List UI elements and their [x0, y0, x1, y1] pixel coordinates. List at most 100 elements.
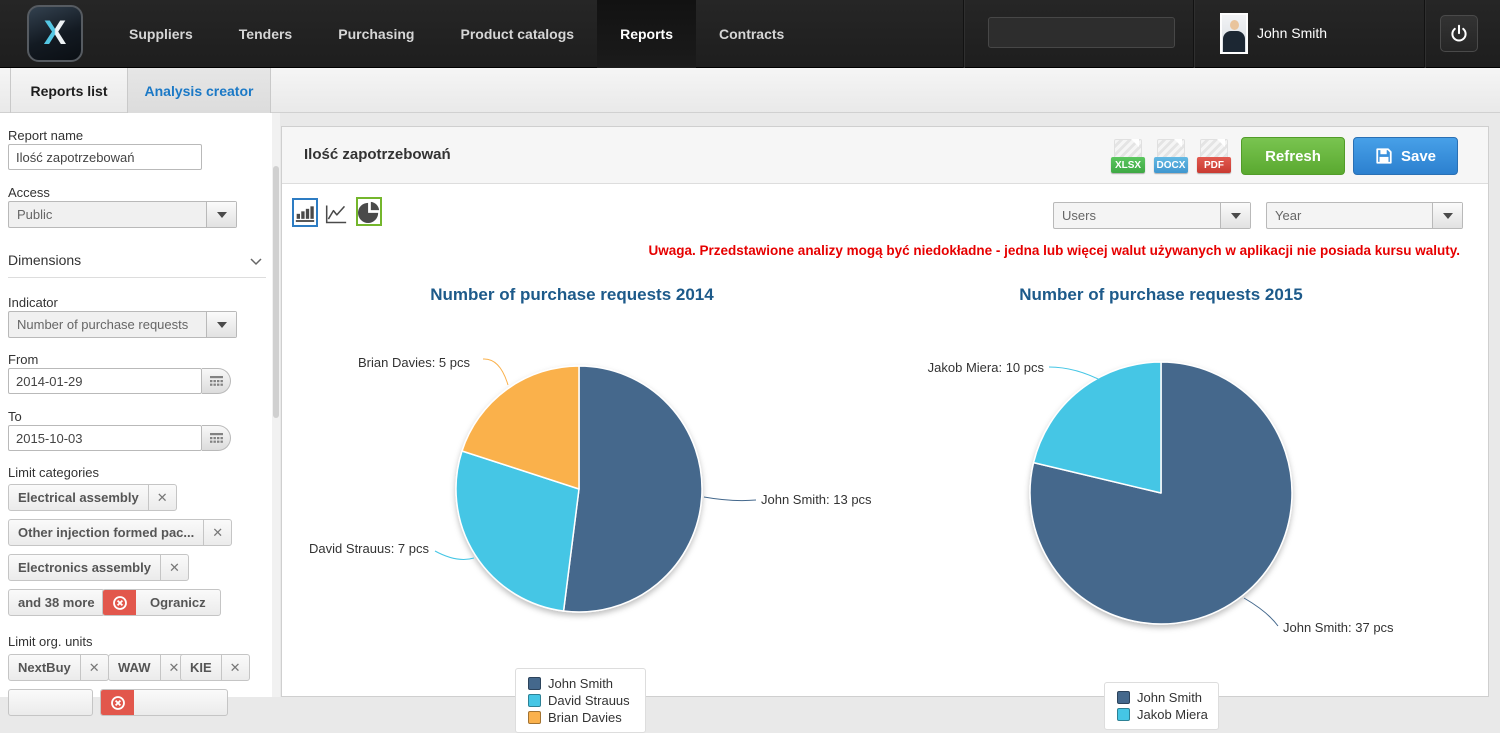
slice-label: Brian Davies: 5 pcs — [358, 355, 470, 370]
to-label: To — [8, 409, 22, 424]
chevron-down-icon — [216, 211, 227, 218]
analysis-panel: Ilość zapotrzebowań XLSX DOCX PDF Refres… — [281, 126, 1490, 733]
tab-reports-list[interactable]: Reports list — [10, 68, 128, 113]
remove-chip-button[interactable]: ✕ — [159, 555, 188, 580]
export-pdf-button[interactable]: PDF — [1197, 139, 1231, 175]
top-navigation: X Suppliers Tenders Purchasing Product c… — [0, 0, 1500, 68]
app-logo[interactable]: X — [27, 5, 83, 62]
dropdown-arrow-button[interactable] — [1220, 203, 1250, 228]
access-select[interactable]: Public — [8, 201, 237, 228]
category-chip[interactable]: Other injection formed pac... ✕ — [8, 519, 233, 546]
org-unit-chip[interactable]: NextBuy ✕ — [8, 654, 109, 681]
nav-item-contracts[interactable]: Contracts — [696, 0, 807, 68]
legend-swatch — [528, 711, 541, 724]
chevron-down-icon — [1230, 212, 1241, 219]
label-connector — [703, 496, 757, 502]
currency-warning-text: Uwaga. Przedstawione analizy mogą być ni… — [648, 243, 1460, 258]
label-connector — [1243, 597, 1279, 627]
logout-button[interactable] — [1440, 15, 1478, 52]
org-unit-chip[interactable]: WAW ✕ — [108, 654, 189, 681]
from-date-input[interactable] — [8, 368, 202, 394]
panel-title: Ilość zapotrzebowań — [304, 146, 451, 163]
pie-chart-2014: Number of purchase requests 2014 John Sm… — [282, 271, 872, 733]
chevron-down-icon — [1442, 212, 1453, 219]
access-label: Access — [8, 185, 50, 200]
slice-label: John Smith: 13 pcs — [761, 492, 872, 507]
user-avatar[interactable] — [1220, 13, 1248, 54]
section-divider — [8, 277, 266, 278]
org-unit-chip[interactable]: KIE ✕ — [180, 654, 250, 681]
chart-legend: John Smith Jakob Miera — [1104, 682, 1219, 730]
indicator-label: Indicator — [8, 295, 58, 310]
report-name-input[interactable] — [8, 144, 202, 170]
category-chip[interactable]: Electronics assembly ✕ — [8, 554, 189, 581]
from-label: From — [8, 352, 39, 367]
cancel-circle-icon — [101, 690, 134, 715]
user-name[interactable]: John Smith — [1257, 25, 1327, 41]
export-docx-button[interactable]: DOCX — [1154, 139, 1188, 175]
export-xlsx-button[interactable]: XLSX — [1111, 139, 1145, 175]
calendar-icon — [209, 375, 223, 386]
panel-header: Ilość zapotrzebowań XLSX DOCX PDF Refres… — [282, 127, 1488, 184]
sidebar-scrollbar-thumb[interactable] — [273, 166, 279, 418]
nav-item-reports[interactable]: Reports — [597, 0, 696, 68]
refresh-button[interactable]: Refresh — [1241, 137, 1345, 175]
to-date-input[interactable] — [8, 425, 202, 451]
tab-analysis-creator[interactable]: Analysis creator — [128, 68, 271, 113]
legend-swatch — [528, 694, 541, 707]
dropdown-arrow-button[interactable] — [206, 312, 236, 337]
report-name-label: Report name — [8, 128, 84, 143]
chevron-down-icon — [216, 321, 227, 328]
tab-strip: Reports list Analysis creator — [0, 68, 1500, 113]
dimensions-section-header[interactable]: Dimensions — [8, 252, 81, 268]
remove-chip-button[interactable]: ✕ — [203, 520, 231, 545]
dropdown-arrow-button[interactable] — [206, 202, 236, 227]
pie-chart-2015: Number of purchase requests 2015 John Sm… — [861, 271, 1490, 730]
floppy-disk-icon — [1376, 148, 1392, 164]
limit-categories-label: Limit categories — [8, 465, 100, 480]
line-chart-icon — [325, 205, 347, 223]
remove-chip-button[interactable]: ✕ — [147, 485, 176, 510]
category-chip[interactable]: Electrical assembly ✕ — [8, 484, 177, 511]
remove-chip-button[interactable]: ✕ — [220, 655, 249, 680]
slice-label: John Smith: 37 pcs — [1283, 620, 1394, 635]
legend-item[interactable]: David Strauus — [528, 692, 635, 709]
chart-legend: John Smith David Strauus Brian Davies — [515, 668, 646, 733]
chevron-down-icon[interactable] — [250, 258, 262, 266]
legend-item[interactable]: Brian Davies — [528, 709, 635, 726]
save-button[interactable]: Save — [1353, 137, 1458, 175]
slice-label: Jakob Miera: 10 pcs — [927, 360, 1044, 375]
pie-slice-john-smith[interactable] — [562, 365, 703, 613]
chart-type-line-button[interactable] — [323, 199, 349, 228]
chart-type-bar-button[interactable] — [292, 198, 318, 227]
dropdown-arrow-button[interactable] — [1432, 203, 1462, 228]
legend-item[interactable]: John Smith — [1117, 689, 1208, 706]
nav-menu: Suppliers Tenders Purchasing Product cat… — [106, 0, 807, 68]
group-by-select[interactable]: Users — [1053, 202, 1251, 229]
more-categories-chip[interactable]: and 38 more — [8, 589, 105, 616]
nav-search-input[interactable] — [988, 17, 1175, 48]
legend-item[interactable]: John Smith — [528, 675, 635, 692]
chart-type-pie-button[interactable] — [356, 197, 382, 226]
nav-item-product-catalogs[interactable]: Product catalogs — [437, 0, 597, 68]
limit-org-button-partial[interactable] — [100, 689, 228, 716]
indicator-select[interactable]: Number of purchase requests — [8, 311, 237, 338]
legend-label: John Smith — [1137, 690, 1203, 705]
org-unit-chip-partial[interactable] — [8, 689, 93, 716]
nav-item-purchasing[interactable]: Purchasing — [315, 0, 437, 68]
calendar-icon — [209, 432, 223, 443]
legend-label: Brian Davies — [548, 710, 622, 725]
legend-label: David Strauus — [548, 693, 630, 708]
from-calendar-button[interactable] — [202, 368, 231, 394]
cancel-circle-icon — [103, 590, 136, 615]
nav-item-tenders[interactable]: Tenders — [216, 0, 315, 68]
legend-item[interactable]: Jakob Miera — [1117, 706, 1208, 723]
limit-org-units-label: Limit org. units — [8, 634, 93, 649]
period-select[interactable]: Year — [1266, 202, 1463, 229]
remove-chip-button[interactable]: ✕ — [79, 655, 108, 680]
to-calendar-button[interactable] — [202, 425, 231, 451]
legend-swatch — [528, 677, 541, 690]
limit-categories-button[interactable]: Ogranicz — [102, 589, 221, 616]
nav-item-suppliers[interactable]: Suppliers — [106, 0, 216, 68]
logo-x-icon: X — [43, 14, 67, 52]
